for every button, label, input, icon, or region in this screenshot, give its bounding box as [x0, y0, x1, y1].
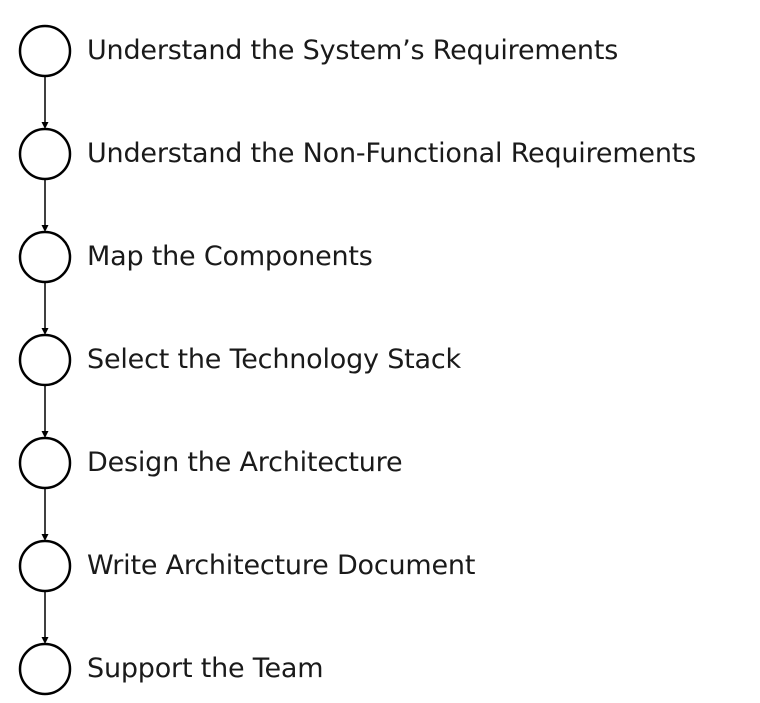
- step-circle-1: [18, 24, 72, 78]
- step-label-4: Select the Technology Stack: [87, 344, 461, 375]
- step-label-6: Write Architecture Document: [87, 550, 476, 581]
- step-label-7: Support the Team: [87, 653, 324, 684]
- arrow-5-to-6: [41, 488, 49, 541]
- step-label-5: Design the Architecture: [87, 447, 403, 478]
- step-circle-2: [18, 127, 72, 181]
- arrow-4-to-5: [41, 385, 49, 438]
- step-circle-5: [18, 436, 72, 490]
- arrow-6-to-7: [41, 591, 49, 644]
- step-circle-3: [18, 230, 72, 284]
- step-circle-6: [18, 539, 72, 593]
- arrow-2-to-3: [41, 179, 49, 232]
- arrow-3-to-4: [41, 282, 49, 335]
- step-circle-7: [18, 642, 72, 696]
- step-label-2: Understand the Non-Functional Requiremen…: [87, 138, 697, 169]
- step-label-1: Understand the System’s Requirements: [87, 35, 619, 66]
- step-label-3: Map the Components: [87, 241, 373, 272]
- step-circle-4: [18, 333, 72, 387]
- process-flow-diagram: Understand the System’s Requirements Und…: [0, 0, 760, 703]
- arrow-1-to-2: [41, 76, 49, 129]
